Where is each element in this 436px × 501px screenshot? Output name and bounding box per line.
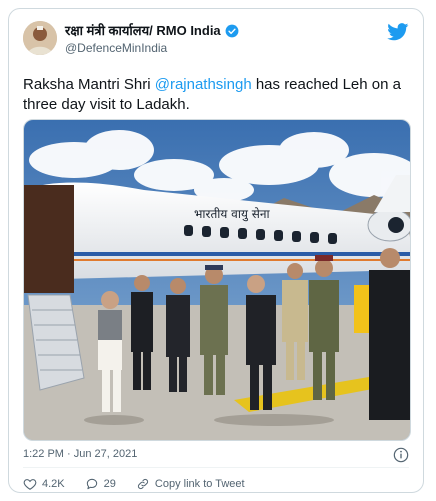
tweet-media-photo[interactable]: भारतीय वायु सेना (23, 119, 411, 441)
copy-link-label: Copy link to Tweet (154, 478, 245, 490)
mention-link[interactable]: @rajnathsingh (155, 76, 252, 93)
shadow-2 (214, 414, 334, 426)
author-names: रक्षा मंत्री कार्यालय/ RMO India @Defenc… (65, 23, 239, 56)
aircraft-stripe-orange (24, 259, 410, 261)
info-icon[interactable] (393, 447, 409, 463)
tweet-text: Raksha Mantri Shri @rajnathsingh has rea… (23, 75, 413, 115)
photo-illustration: भारतीय वायु सेना (24, 120, 410, 440)
verified-badge-icon (225, 24, 239, 38)
person-avatar-icon (23, 21, 57, 55)
tweet-timestamp[interactable]: 1:22 PM · Jun 27, 2021 (23, 448, 137, 460)
aircraft-stripe (24, 252, 410, 256)
heart-icon (23, 479, 37, 490)
twitter-bird-icon[interactable] (387, 23, 409, 41)
tweet-header: रक्षा मंत्री कार्यालय/ RMO India @Defenc… (23, 21, 409, 65)
divider (23, 467, 409, 468)
reply-button[interactable]: 29 (85, 477, 116, 491)
engine-intake (388, 217, 404, 233)
shadow (84, 415, 144, 425)
reply-count: 29 (103, 478, 116, 490)
tweet-text-prefix: Raksha Mantri Shri (23, 76, 155, 93)
display-name[interactable]: रक्षा मंत्री कार्यालय/ RMO India (65, 23, 221, 39)
tweet-actions: 4.2K 29 Copy link to Tweet (23, 475, 409, 493)
copy-link-button[interactable]: Copy link to Tweet (136, 477, 245, 491)
aircraft-door (24, 185, 74, 293)
aircraft-lettering: भारतीय वायु सेना (194, 207, 271, 222)
reply-icon (86, 478, 97, 490)
link-icon (137, 478, 148, 490)
like-button[interactable]: 4.2K (23, 477, 65, 491)
tweet-card: रक्षा मंत्री कार्यालय/ RMO India @Defenc… (8, 8, 424, 493)
user-handle[interactable]: @DefenceMinIndia (65, 40, 239, 56)
like-count: 4.2K (42, 478, 65, 490)
avatar[interactable] (23, 21, 57, 55)
